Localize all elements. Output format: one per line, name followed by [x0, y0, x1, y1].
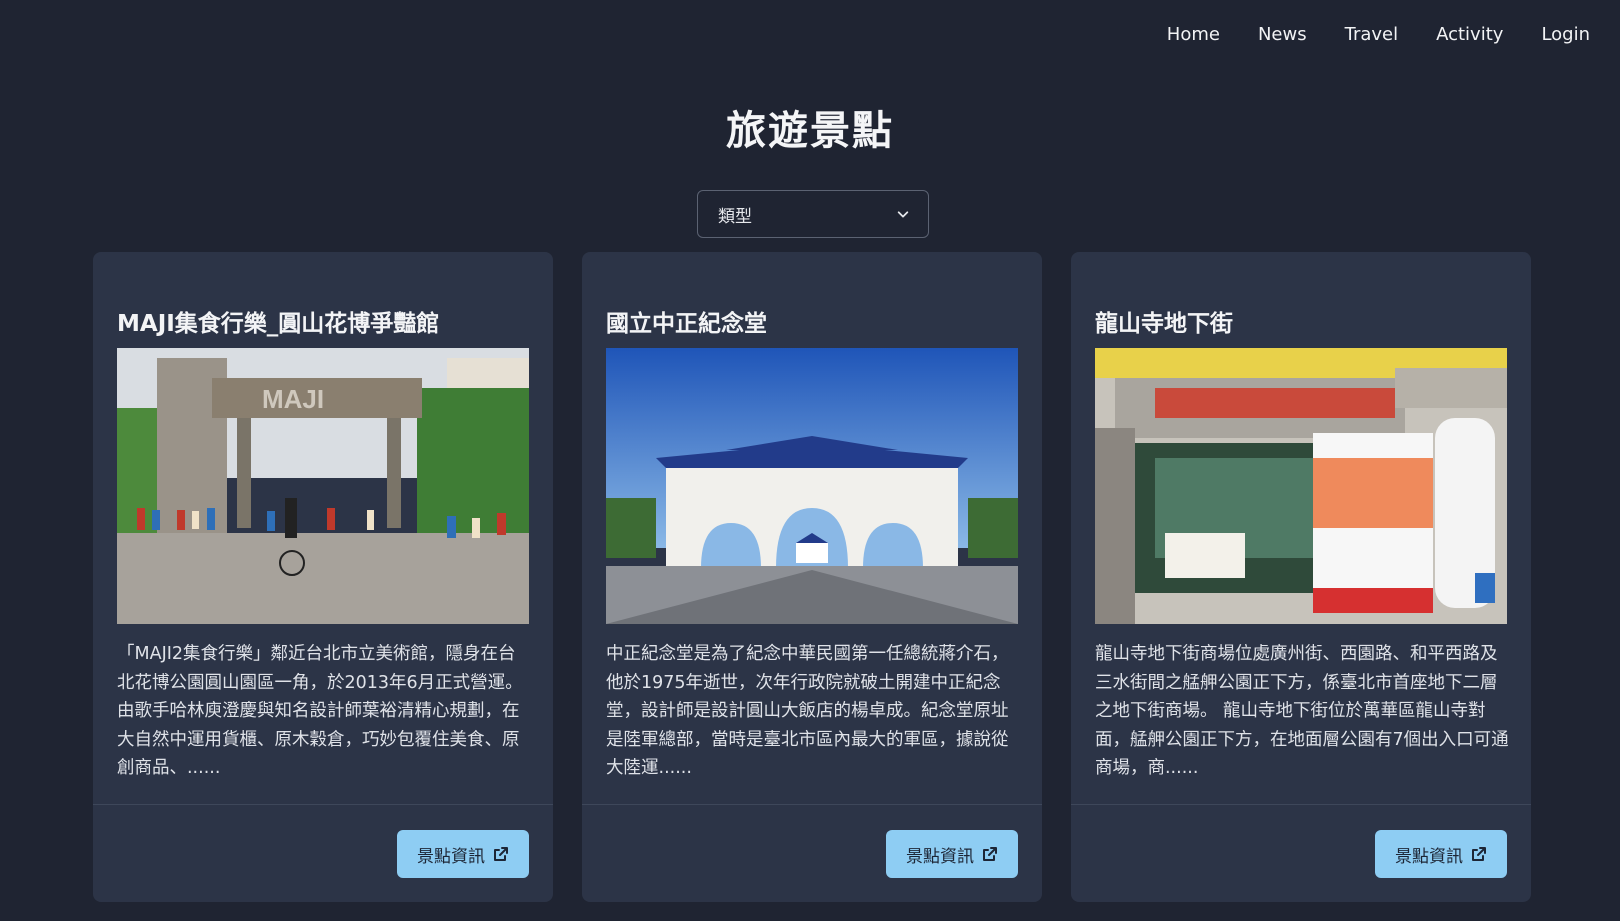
attraction-card-list: MAJI集食行樂_圓山花博爭豔館 MAJI 「MAJI2集食行樂」鄰近台北市立美… — [93, 252, 1531, 902]
card-title: MAJI集食行樂_圓山花博爭豔館 — [117, 311, 440, 337]
nav-news-link[interactable]: News — [1258, 24, 1307, 45]
svg-text:MAJI: MAJI — [262, 384, 324, 414]
external-link-icon — [494, 847, 508, 861]
card-title: 國立中正紀念堂 — [606, 311, 767, 337]
nav-home-link[interactable]: Home — [1167, 24, 1220, 45]
type-filter-select[interactable]: 類型 — [697, 190, 929, 238]
button-label: 景點資訊 — [906, 846, 974, 867]
chevron-down-icon — [897, 211, 909, 218]
nav-activity-link[interactable]: Activity — [1436, 24, 1503, 45]
external-link-icon — [983, 847, 997, 861]
longshan-underground-mall-photo — [1095, 348, 1507, 624]
top-nav: Home News Travel Activity Login — [1167, 0, 1620, 68]
attraction-card: 龍山寺地下街 龍山寺地下街商場位處廣州街、西園路、和平西路及三水街間之艋舺公園正… — [1071, 252, 1531, 902]
card-divider — [1071, 804, 1531, 805]
page-title: 旅遊景點 — [726, 108, 894, 154]
button-label: 景點資訊 — [417, 846, 485, 867]
maji-market-photo: MAJI — [117, 348, 529, 624]
nav-login-link[interactable]: Login — [1541, 24, 1590, 45]
card-description: 「MAJI2集食行樂」鄰近台北市立美術館，隱身在台北花博公園圓山園區一角，於20… — [117, 644, 523, 779]
card-description: 中正紀念堂是為了紀念中華民國第一任總統蔣介石，他於1975年逝世，次年行政院就破… — [606, 644, 1009, 779]
attraction-card: 國立中正紀念堂 中正紀念堂是為了紀念中華民國第一任總統蔣介石，他於1975年逝世… — [582, 252, 1042, 902]
card-title: 龍山寺地下街 — [1095, 311, 1233, 337]
attraction-card: MAJI集食行樂_圓山花博爭豔館 MAJI 「MAJI2集食行樂」鄰近台北市立美… — [93, 252, 553, 902]
card-description: 龍山寺地下街商場位處廣州街、西園路、和平西路及三水街間之艋舺公園正下方，係臺北市… — [1095, 644, 1509, 779]
card-divider — [93, 804, 553, 805]
button-label: 景點資訊 — [1395, 846, 1463, 867]
attraction-info-button[interactable]: 景點資訊 — [886, 830, 1018, 878]
memorial-hall-gate-photo — [606, 348, 1018, 624]
attraction-info-button[interactable]: 景點資訊 — [1375, 830, 1507, 878]
type-filter-value: 類型 — [718, 206, 752, 227]
card-divider — [582, 804, 1042, 805]
external-link-icon — [1472, 847, 1486, 861]
nav-travel-link[interactable]: Travel — [1345, 24, 1399, 45]
attraction-info-button[interactable]: 景點資訊 — [397, 830, 529, 878]
